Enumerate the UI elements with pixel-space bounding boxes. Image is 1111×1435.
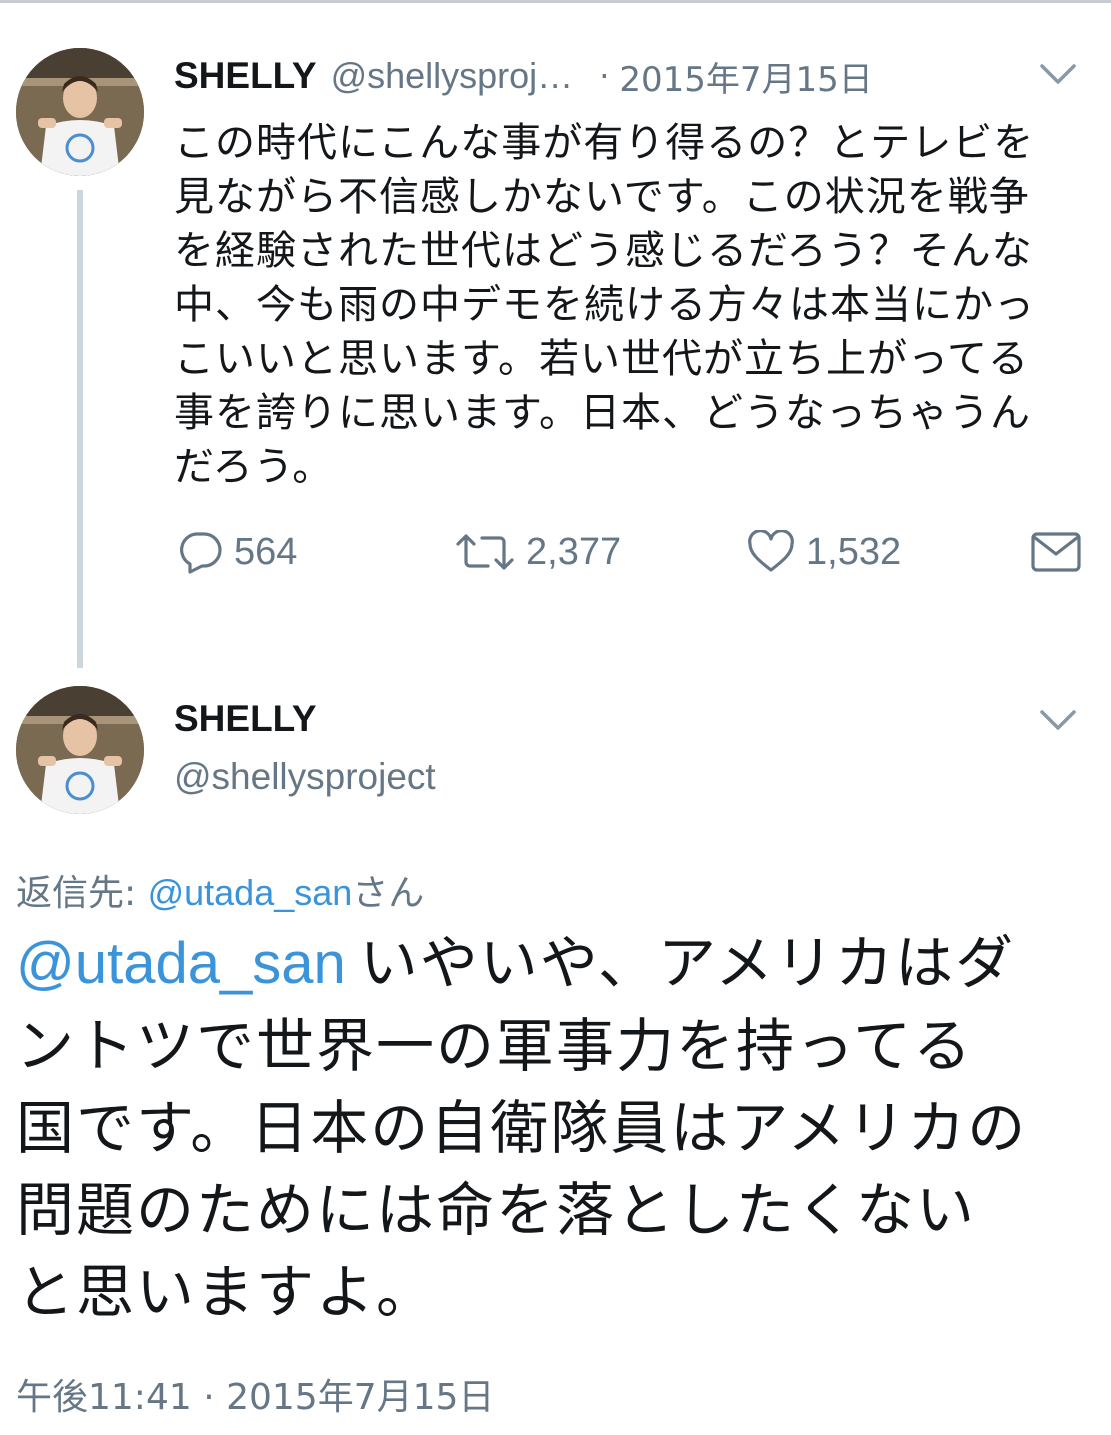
avatar[interactable] — [16, 686, 144, 814]
display-name[interactable]: SHELLY — [174, 55, 317, 97]
tweet-text-line: 問題のためには命を落としたくない — [16, 1176, 977, 1244]
retweet-count: 2,377 — [526, 530, 622, 573]
tweet-text: @utada_san いやいや、アメリカはダ ントツで世界一の軍事力を持ってる 国… — [16, 922, 1096, 1333]
heart-icon — [746, 530, 796, 574]
tweet-text-line: 中、今も雨の中デモを続ける方々は本当にかっ — [174, 282, 1035, 328]
like-count: 1,532 — [806, 530, 902, 573]
display-name[interactable]: SHELLY — [174, 698, 317, 740]
replying-to-mention[interactable]: @utada_san — [148, 872, 353, 913]
replying-to: 返信先: @utada_sanさん — [16, 864, 424, 916]
tweet-date[interactable]: 2015年7月15日 — [619, 52, 872, 101]
reply-button[interactable]: 564 — [176, 524, 297, 580]
tweet-text-line: 見ながら不信感しかないです。この状況を戦争 — [174, 174, 1030, 220]
tweet-timestamp[interactable]: 午後11:41 · 2015年7月15日 — [16, 1368, 494, 1420]
chevron-down-icon[interactable] — [1038, 62, 1078, 86]
retweet-button[interactable]: 2,377 — [454, 524, 621, 580]
tweet-text: この時代にこんな事が有り得るの？とテレビを 見ながら不信感しかないです。この状況… — [174, 116, 1074, 494]
user-handle[interactable]: @shellysproject — [174, 756, 436, 798]
retweet-icon — [454, 530, 516, 574]
tweet-text-line: 国です。日本の自衛隊員はアメリカの — [16, 1094, 1028, 1162]
thread-connector-line — [77, 190, 83, 668]
tweet-text-line: この時代にこんな事が有り得るの？とテレビを — [174, 120, 1035, 166]
mention-link[interactable]: @utada_san — [16, 931, 346, 996]
tweet-text-line: と思いますよ。 — [16, 1258, 437, 1326]
tweet-text-line: @utada_san いやいや、アメリカはダ — [16, 922, 1096, 1005]
direct-message-button[interactable] — [1030, 524, 1082, 580]
tweet-text-line: 事を誇りに思います。日本、どうなっちゃうん — [174, 390, 1031, 436]
tweet-text-line: ントツで世界一の軍事力を持ってる — [16, 1012, 974, 1080]
user-handle[interactable]: @shellysproj… — [331, 55, 574, 97]
separator-dot: · — [599, 57, 610, 95]
tweet-header: SHELLY @shellysproj… · 2015年7月15日 — [174, 52, 873, 100]
tweet-text-line: だろう。 — [174, 444, 334, 490]
tweet-text-segment: いやいや、アメリカはダ — [359, 929, 1016, 997]
avatar[interactable] — [16, 48, 144, 176]
reply-icon — [176, 530, 224, 574]
like-button[interactable]: 1,532 — [746, 524, 901, 580]
replying-to-suffix: さん — [352, 873, 425, 914]
chevron-down-icon[interactable] — [1038, 708, 1078, 732]
top-divider — [0, 0, 1111, 3]
tweet-text-line: を経験された世代はどう感じるだろう？そんな — [174, 228, 1033, 274]
reply-count: 564 — [234, 530, 298, 573]
envelope-icon — [1030, 530, 1082, 574]
replying-to-label: 返信先: — [16, 873, 148, 914]
tweet-text-line: こいいと思います。若い世代が立ち上がってる — [174, 336, 1029, 382]
